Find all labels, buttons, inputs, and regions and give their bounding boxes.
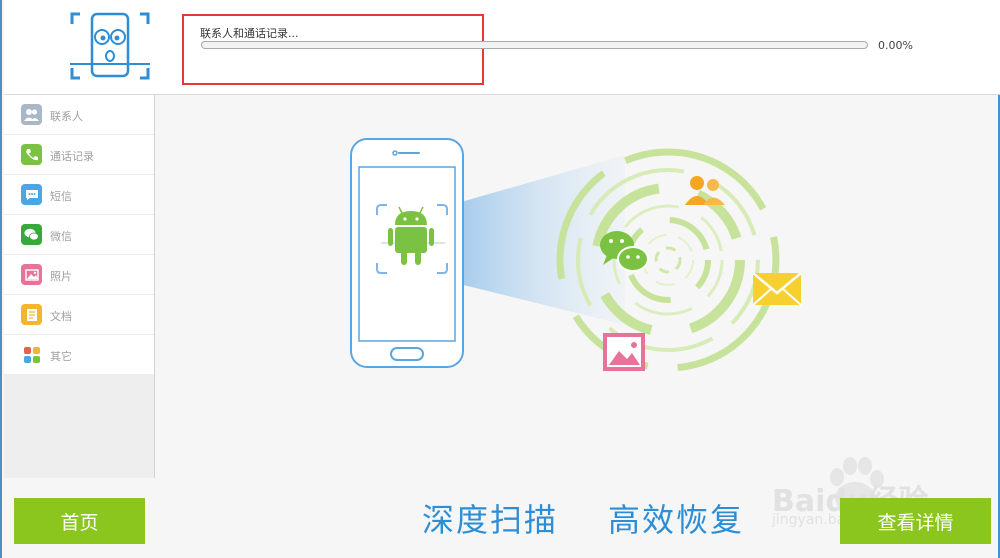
view-details-button[interactable]: 查看详情	[840, 498, 991, 544]
category-list: 联系人 通话记录 短信 微信 照片 文档 其它	[4, 95, 154, 375]
sidebar-item-wechat[interactable]: 微信	[4, 215, 154, 255]
wechat-icon	[21, 224, 42, 245]
slogan-deep-scan: 深度扫描	[422, 501, 559, 539]
sidebar-item-label: 微信	[50, 230, 72, 243]
sidebar-item-label: 短信	[50, 190, 72, 203]
sidebar-item-label: 通话记录	[50, 150, 94, 163]
slogan-efficient-recovery: 高效恢复	[608, 501, 745, 539]
sidebar: 联系人 通话记录 短信 微信 照片 文档 其它	[4, 95, 155, 478]
photo-icon	[21, 264, 42, 285]
sidebar-item-sms[interactable]: 短信	[4, 175, 154, 215]
sidebar-item-label: 其它	[50, 350, 72, 363]
sidebar-item-label: 联系人	[50, 110, 83, 123]
other-icon	[21, 344, 42, 365]
phone-icon	[21, 144, 42, 165]
document-icon	[21, 304, 42, 325]
app-window: 联系人和通话记录... 0.00% 联系人 通话记录 短信 微信 照片 文档 其…	[0, 0, 1000, 558]
sidebar-item-other[interactable]: 其它	[4, 335, 154, 375]
phone-scan-logo	[70, 12, 150, 80]
photo-float-icon	[603, 333, 645, 371]
deep-scan-illustration	[350, 138, 802, 372]
sidebar-item-contacts[interactable]: 联系人	[4, 95, 154, 135]
mail-float-icon	[752, 272, 802, 306]
sidebar-item-label: 文档	[50, 310, 72, 323]
contacts-icon	[21, 104, 42, 125]
sidebar-item-documents[interactable]: 文档	[4, 295, 154, 335]
scan-progress-bar	[201, 41, 868, 49]
progress-percent: 0.00%	[878, 39, 913, 52]
home-button[interactable]: 首页	[14, 498, 145, 544]
progress-label: 联系人和通话记录...	[200, 27, 299, 40]
contacts-float-icon	[685, 176, 725, 205]
sidebar-item-label: 照片	[50, 270, 72, 283]
sms-icon	[21, 184, 42, 205]
sidebar-item-photos[interactable]: 照片	[4, 255, 154, 295]
phone-illustration	[350, 138, 464, 368]
sidebar-item-call-log[interactable]: 通话记录	[4, 135, 154, 175]
